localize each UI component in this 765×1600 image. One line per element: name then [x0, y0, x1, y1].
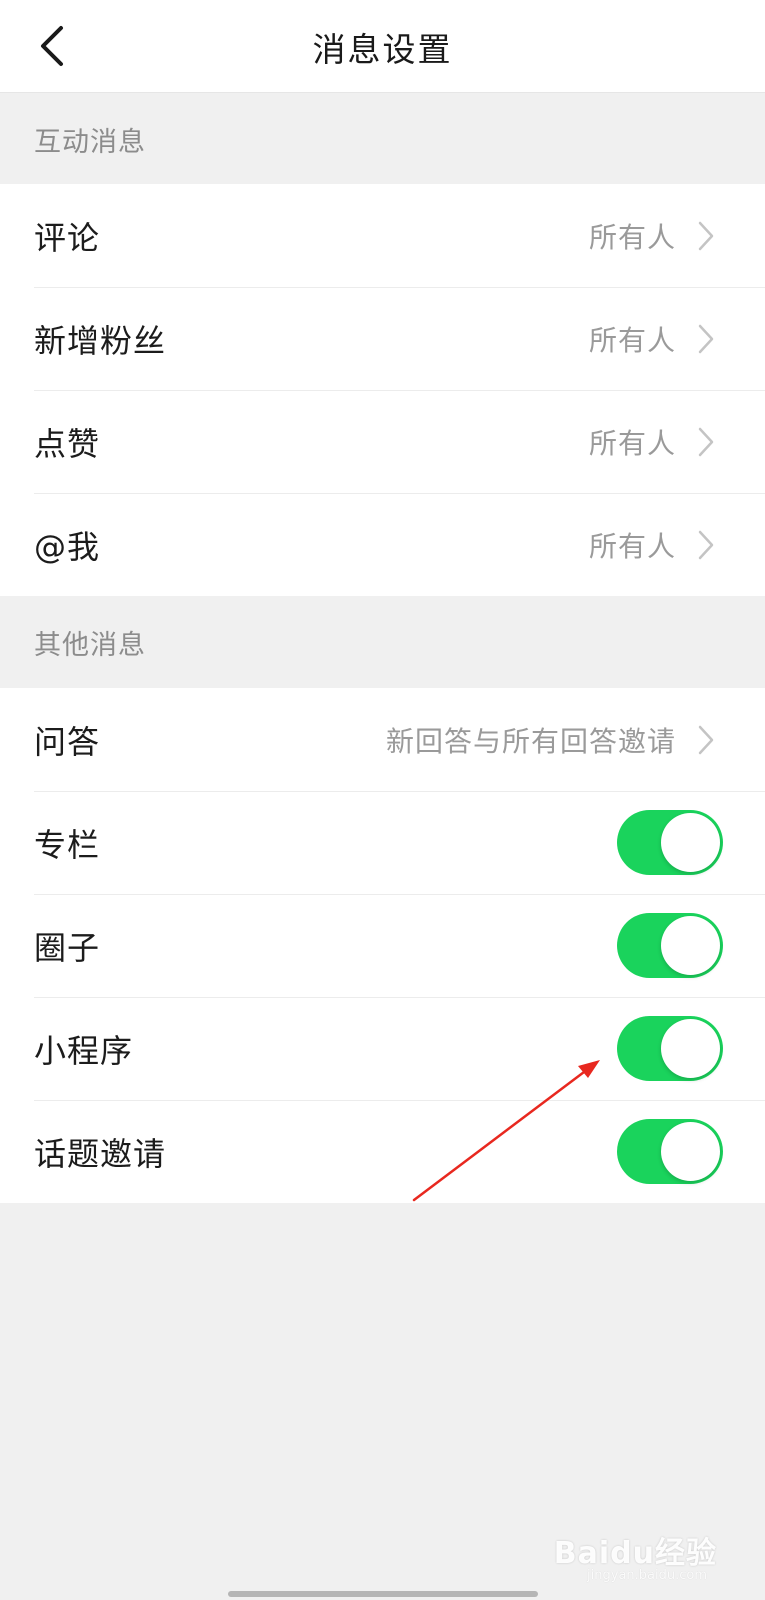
- section-header-other: 其他消息: [0, 596, 765, 688]
- nav-bar: 消息设置: [0, 0, 765, 93]
- setting-row-new-followers[interactable]: 新增粉丝 所有人: [0, 287, 765, 390]
- setting-row-column: 专栏: [0, 791, 765, 894]
- row-value: 所有人: [588, 220, 676, 254]
- setting-row-likes[interactable]: 点赞 所有人: [0, 390, 765, 493]
- setting-row-mentions[interactable]: @我 所有人: [0, 493, 765, 596]
- page-title: 消息设置: [312, 29, 453, 69]
- row-value: 所有人: [588, 426, 676, 460]
- toggle-knob: [661, 813, 720, 872]
- row-label: 点赞: [34, 424, 101, 463]
- setting-row-mini-program: 小程序: [0, 997, 765, 1100]
- chevron-right-icon: [695, 219, 717, 253]
- chevron-right-icon: [695, 723, 717, 757]
- row-label: 圈子: [34, 928, 101, 967]
- section-header-interactions: 互动消息: [0, 93, 765, 185]
- row-label: 问答: [34, 722, 101, 761]
- chevron-right-icon: [695, 425, 717, 459]
- row-label: 新增粉丝: [34, 321, 167, 360]
- setting-row-qa[interactable]: 问答 新回答与所有回答邀请: [0, 688, 765, 791]
- toggle-knob: [661, 1122, 720, 1181]
- setting-row-circle: 圈子: [0, 894, 765, 997]
- chevron-right-icon: [695, 528, 717, 562]
- watermark-logo: Baidu经验: [553, 1536, 717, 1571]
- chevron-right-icon: [695, 322, 717, 356]
- row-label: 专栏: [34, 825, 101, 864]
- row-value: 新回答与所有回答邀请: [385, 724, 676, 758]
- setting-row-comments[interactable]: 评论 所有人: [0, 184, 765, 287]
- row-value: 所有人: [588, 529, 676, 563]
- column-toggle[interactable]: [617, 810, 723, 875]
- topic-invite-toggle[interactable]: [617, 1119, 723, 1184]
- row-label: @我: [34, 527, 101, 566]
- toggle-knob: [661, 1019, 720, 1078]
- home-indicator: [228, 1591, 538, 1597]
- mini-program-toggle[interactable]: [617, 1016, 723, 1081]
- setting-row-topic-invite: 话题邀请: [0, 1100, 765, 1203]
- row-label: 小程序: [34, 1031, 134, 1070]
- watermark-url: jingyan.baidu.com: [587, 1568, 707, 1583]
- row-label: 评论: [34, 218, 101, 257]
- circle-toggle[interactable]: [617, 913, 723, 978]
- row-value: 所有人: [588, 323, 676, 357]
- toggle-knob: [661, 916, 720, 975]
- interaction-settings-group: 评论 所有人 新增粉丝 所有人 点赞 所有人 @我 所有人: [0, 184, 765, 596]
- row-label: 话题邀请: [34, 1134, 167, 1173]
- other-settings-group: 问答 新回答与所有回答邀请 专栏 圈子 小程序 话题邀请: [0, 688, 765, 1203]
